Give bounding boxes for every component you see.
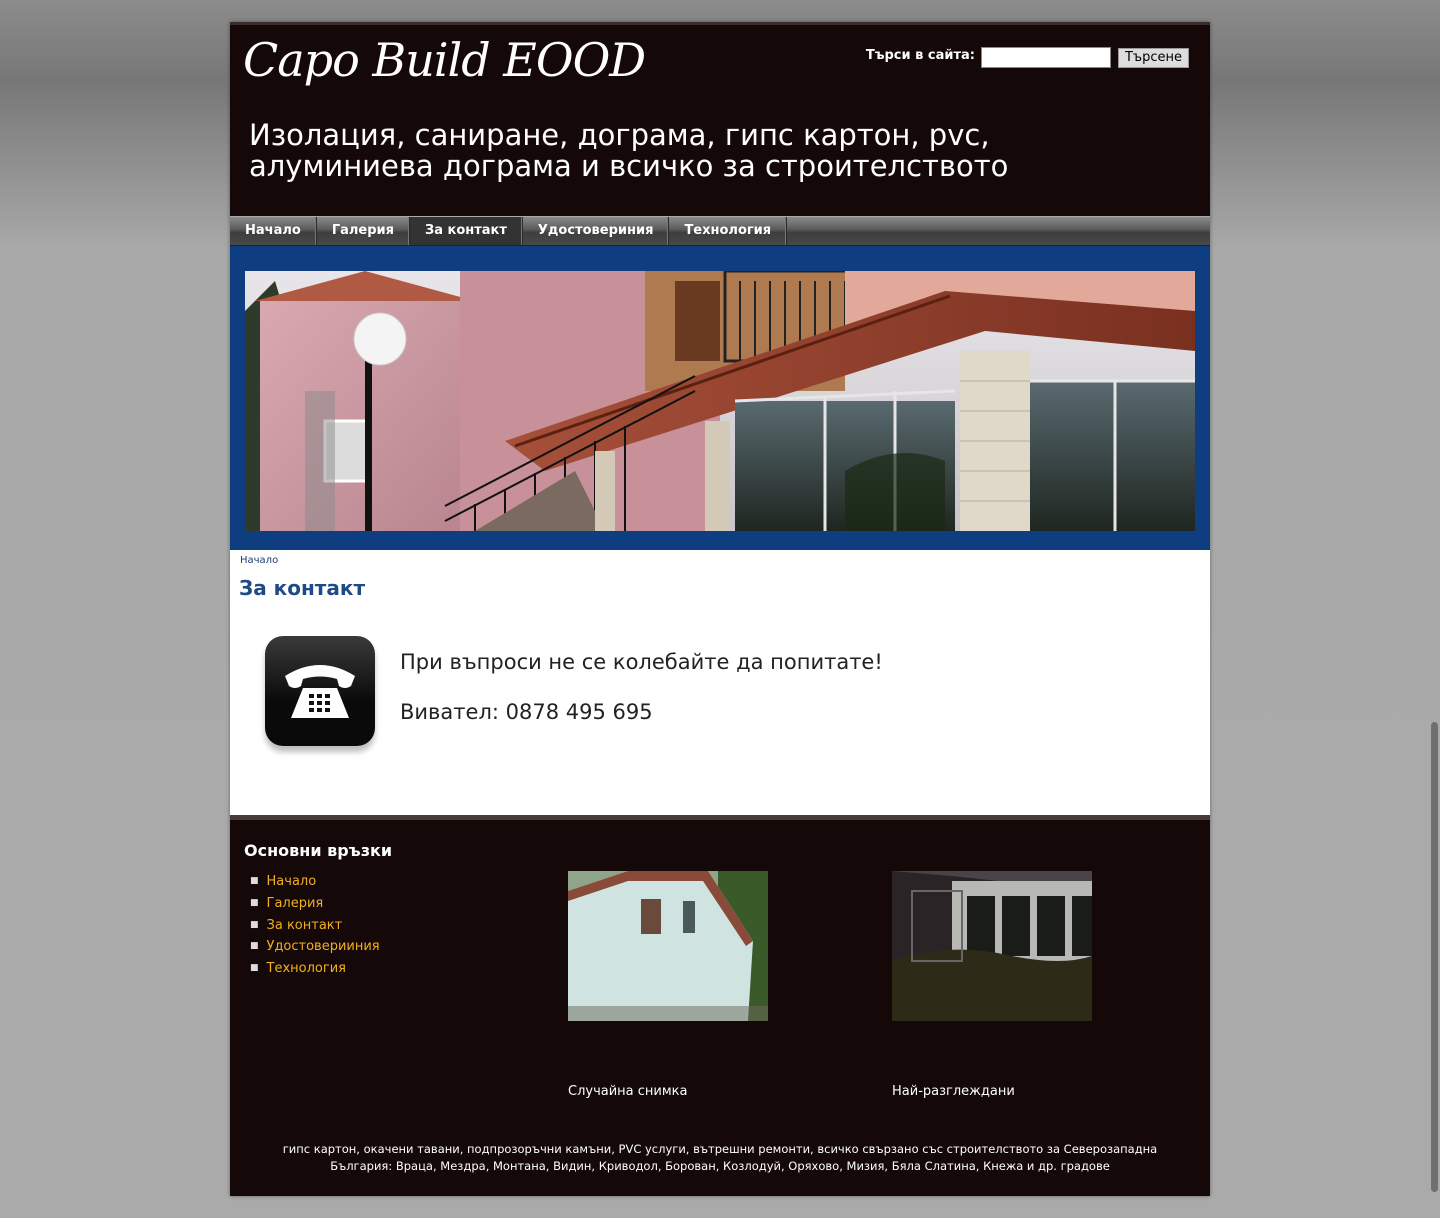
nav-item-home[interactable]: Начало (230, 217, 317, 245)
footer-links-list: ■ Начало ■ Галерия ■ За контакт ■ Удостовери… (250, 872, 380, 981)
contact-question-text: При въпроси не се колебайте да попитате! (400, 650, 883, 674)
main-nav: Начало Галерия За контакт Удостовериния … (230, 216, 1210, 246)
footer-link-technology[interactable]: ■ Технология (250, 959, 380, 981)
footer-link-contact[interactable]: ■ За контакт (250, 916, 380, 938)
footer-link-label[interactable]: Галерия (267, 896, 324, 911)
footer-seo-text: гипс картон, окачени тавани, подпрозоръч… (282, 1142, 1158, 1173)
footer-link-label[interactable]: Удостоверииния (267, 939, 380, 954)
banner-frame (230, 246, 1210, 550)
footer-link-label[interactable]: Технология (267, 961, 346, 976)
bullet-icon: ■ (250, 919, 259, 930)
nav-item-contact[interactable]: За контакт (409, 217, 523, 245)
footer-link-label[interactable]: За контакт (267, 918, 343, 933)
search-label: Търси в сайта: (865, 48, 975, 63)
bullet-icon: ■ (250, 897, 259, 908)
banner-house-photo (245, 271, 1195, 531)
most-viewed-caption: Най-разглеждани (892, 1084, 1015, 1099)
page-scrollbar[interactable] (1431, 722, 1438, 1192)
bullet-icon: ■ (250, 876, 259, 886)
footer-links-heading: Основни връзки (244, 841, 393, 860)
search-input[interactable] (980, 47, 1111, 68)
site-slogan: Изолация, саниране, дограма, гипс картон… (249, 118, 1009, 183)
footer-link-label[interactable]: Начало (267, 874, 317, 889)
bullet-icon: ■ (250, 941, 259, 952)
footer-link-gallery[interactable]: ■ Галерия (250, 894, 380, 916)
nav-item-gallery[interactable]: Галерия (317, 217, 410, 245)
page-container: Capo Build EOOD Търси в сайта: Търсене И… (230, 22, 1210, 1196)
random-photo-caption: Случайна снимка (568, 1084, 688, 1099)
most-viewed-thumbnail[interactable] (892, 871, 1092, 1021)
search-button[interactable]: Търсене (1117, 47, 1189, 68)
footer-link-certificates[interactable]: ■ Удостоверииния (250, 937, 380, 959)
site-footer: Основни връзки ■ Начало ■ Галерия ■ За конт… (230, 815, 1210, 1196)
site-header: Capo Build EOOD Търси в сайта: Търсене И… (230, 22, 1210, 216)
site-logo[interactable]: Capo Build EOOD (243, 33, 646, 87)
random-photo-thumbnail[interactable] (568, 871, 768, 1021)
nav-item-technology[interactable]: Технология (669, 217, 788, 245)
search-form: Търси в сайта: Търсене (866, 47, 1189, 68)
footer-link-home[interactable]: ■ Начало (250, 872, 380, 894)
telephone-icon (265, 636, 375, 746)
breadcrumb[interactable]: Начало (240, 555, 278, 566)
nav-item-certificates[interactable]: Удостовериния (523, 217, 670, 245)
contact-phone-text: Виватeл: 0878 495 695 (400, 700, 653, 724)
page-title: За контакт (239, 576, 366, 600)
bullet-icon: ■ (250, 963, 259, 974)
